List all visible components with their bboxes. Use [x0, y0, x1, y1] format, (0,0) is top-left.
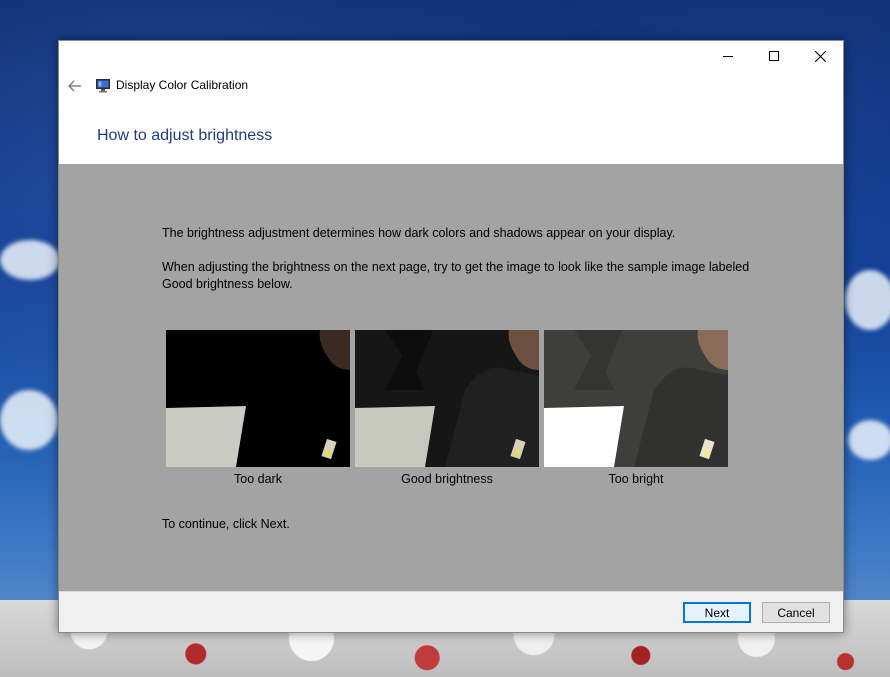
app-title: Display Color Calibration [116, 78, 249, 92]
sample-image-good-brightness [355, 330, 539, 467]
calibration-window: Display Color Calibration How to adjust … [58, 40, 844, 633]
minimize-icon [723, 56, 733, 57]
sample-caption-too-dark: Too dark [234, 472, 282, 486]
continue-instruction: To continue, click Next. [162, 517, 290, 531]
close-button[interactable] [797, 41, 843, 71]
close-icon [814, 50, 826, 62]
minimize-button[interactable] [705, 41, 751, 71]
maximize-button[interactable] [751, 41, 797, 71]
cancel-button[interactable]: Cancel [762, 602, 830, 623]
intro-paragraph: The brightness adjustment determines how… [162, 226, 676, 240]
title-bar [59, 41, 843, 71]
display-calibration-icon [96, 79, 110, 93]
back-button[interactable] [65, 76, 85, 96]
wallpaper-cloud [848, 420, 890, 460]
button-bar: Next Cancel [59, 591, 843, 632]
sample-image-too-bright [544, 330, 728, 467]
maximize-icon [769, 51, 779, 61]
wallpaper-cloud [0, 240, 60, 280]
instruction-paragraph: When adjusting the brightness on the nex… [162, 260, 750, 291]
sample-caption-good-brightness: Good brightness [401, 472, 493, 486]
wallpaper-cloud [845, 270, 890, 330]
wallpaper-cloud [0, 390, 58, 450]
navigation-row: Display Color Calibration [59, 75, 843, 97]
page-heading: How to adjust brightness [97, 127, 273, 144]
sample-image-too-dark [166, 330, 350, 467]
sample-caption-too-bright: Too bright [608, 472, 664, 486]
content-panel: The brightness adjustment determines how… [59, 164, 843, 591]
back-arrow-icon [68, 80, 81, 92]
next-button[interactable]: Next [683, 602, 751, 623]
